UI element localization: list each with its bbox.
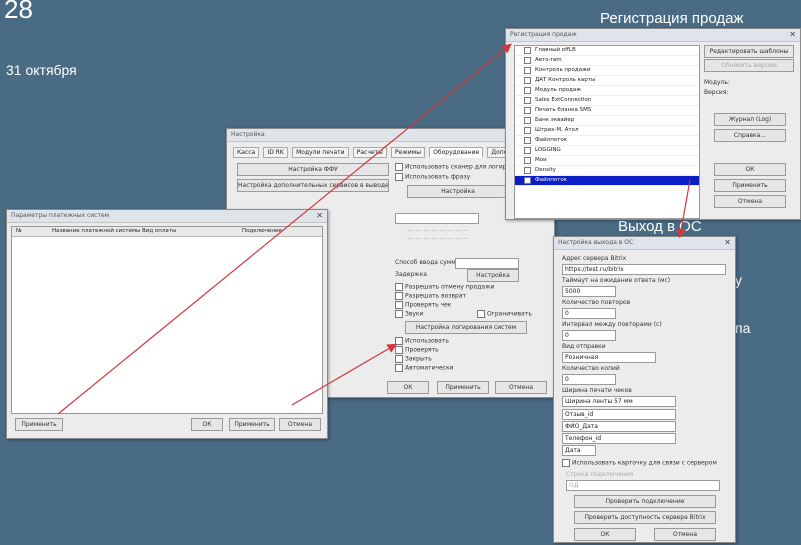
arrow-line [676,179,691,239]
arrow-line [291,343,398,406]
annotation-arrows [57,43,691,415]
arrow-line [57,43,512,415]
